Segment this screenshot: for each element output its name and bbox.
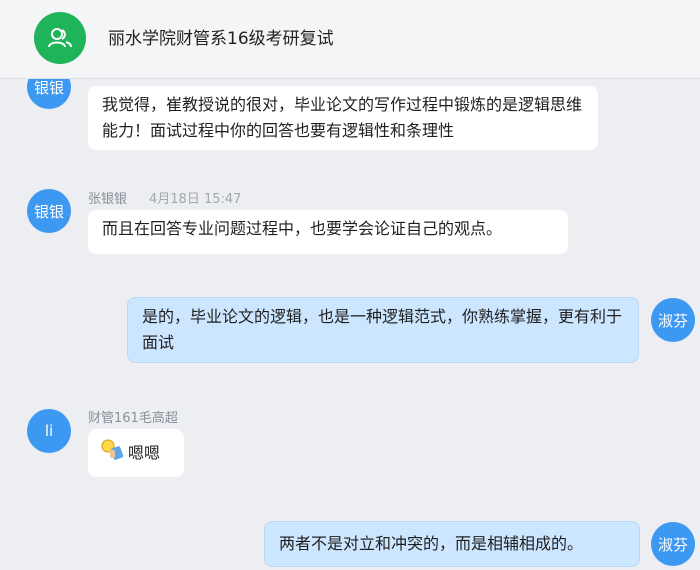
chat-header: 丽水学院财管系16级考研复试 bbox=[0, 0, 700, 79]
message-bubble[interactable]: 是的，毕业论文的逻辑，也是一种逻辑范式，你熟练掌握，更有利于面试 bbox=[127, 297, 639, 363]
message-bubble[interactable]: 而且在回答专业问题过程中，也要学会论证自己的观点。 bbox=[88, 210, 568, 254]
avatar[interactable]: 银银 bbox=[27, 189, 71, 233]
thumbs-up-emoji bbox=[100, 439, 126, 469]
message-meta: 财管161毛高超 bbox=[88, 407, 178, 426]
message-bubble[interactable]: 嗯嗯 bbox=[88, 429, 184, 477]
group-title: 丽水学院财管系16级考研复试 bbox=[108, 29, 334, 49]
message-bubble[interactable]: 我觉得，崔教授说的很对，毕业论文的写作过程中锻炼的是逻辑思维能力！面试过程中你的… bbox=[88, 86, 598, 150]
sender-name: 张银银 bbox=[88, 192, 128, 207]
message-meta: 张银银 4月18日 15:47 bbox=[88, 188, 241, 207]
group-avatar[interactable] bbox=[34, 12, 86, 64]
avatar[interactable]: li bbox=[27, 409, 71, 453]
sender-name: 财管161毛高超 bbox=[88, 411, 178, 426]
message-text: 嗯嗯 bbox=[128, 443, 161, 463]
avatar[interactable]: 淑芬 bbox=[651, 522, 695, 566]
avatar[interactable]: 银银 bbox=[27, 79, 71, 109]
message-bubble[interactable]: 两者不是对立和冲突的，而是相辅相成的。 bbox=[264, 521, 640, 567]
group-icon bbox=[48, 28, 72, 48]
chat-area[interactable]: 银银 我觉得，崔教授说的很对，毕业论文的写作过程中锻炼的是逻辑思维能力！面试过程… bbox=[0, 79, 700, 570]
timestamp: 4月18日 15:47 bbox=[149, 192, 242, 207]
avatar[interactable]: 淑芬 bbox=[651, 298, 695, 342]
